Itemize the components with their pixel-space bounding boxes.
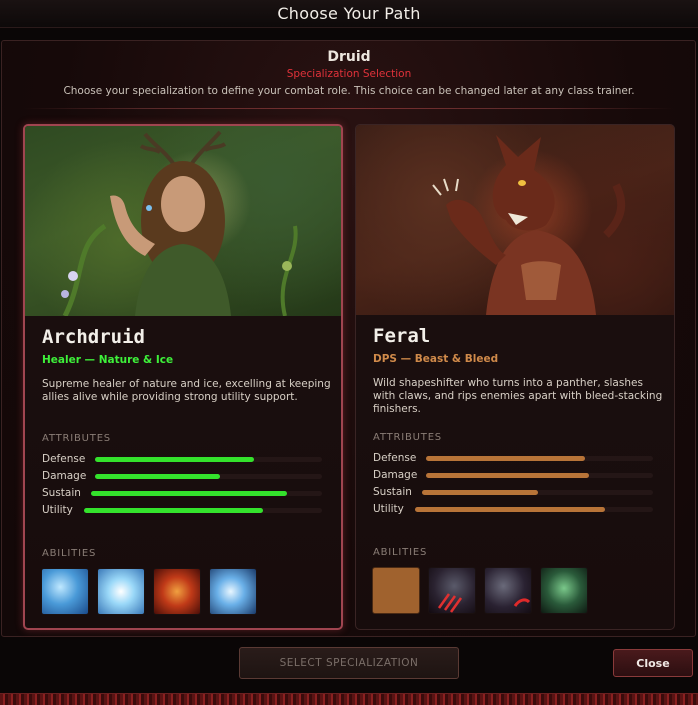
attribute-bar (426, 473, 653, 478)
attribute-fill (426, 456, 585, 461)
title-bar: Choose Your Path (0, 0, 698, 28)
attribute-fill (422, 490, 538, 495)
attribute-label: Sustain (42, 487, 81, 499)
ice-wave-icon[interactable] (41, 568, 89, 615)
attribute-fill (426, 473, 590, 478)
spec-card-archdruid[interactable]: Archdruid Healer — Nature & Ice Supreme … (23, 124, 343, 630)
attribute-bar (95, 457, 322, 462)
attribute-label: Defense (42, 453, 86, 465)
attribute-utility: Utility (42, 504, 322, 518)
attribute-label: Sustain (373, 486, 412, 498)
spec-name: Feral (373, 325, 431, 347)
select-specialization-button[interactable]: SELECT SPECIALIZATION (239, 647, 459, 679)
window-title: Choose Your Path (277, 4, 421, 23)
header-subtitle: Specialization Selection (286, 68, 412, 80)
attributes-heading: ATTRIBUTES (42, 433, 111, 444)
class-name: Druid (327, 49, 371, 65)
close-button[interactable]: Close (613, 649, 693, 677)
header-divider (24, 108, 674, 109)
attribute-bar (422, 490, 653, 495)
attribute-bar (84, 508, 322, 513)
spec-description: Wild shapeshifter who turns into a panth… (373, 377, 663, 415)
attribute-label: Utility (373, 503, 404, 515)
attribute-label: Damage (42, 470, 87, 482)
spec-role: Healer — Nature & Ice (42, 354, 174, 366)
attribute-label: Defense (373, 452, 417, 464)
attribute-defense: Defense (373, 452, 653, 466)
attribute-label: Damage (373, 469, 418, 481)
header-description: Choose your specialization to define you… (63, 85, 635, 97)
feral-portrait (356, 125, 674, 315)
spec-description: Supreme healer of nature and ice, excell… (42, 378, 331, 403)
panther-pounce-icon[interactable] (484, 567, 532, 614)
attribute-sustain: Sustain (42, 487, 322, 501)
ice-shard-icon[interactable] (209, 568, 257, 615)
attribute-defense: Defense (42, 453, 322, 467)
spirit-panther-icon[interactable] (540, 567, 588, 614)
attribute-bar (415, 507, 653, 512)
attribute-bar (95, 474, 322, 479)
spec-card-feral[interactable]: Feral DPS — Beast & Bleed Wild shapeshif… (355, 124, 675, 630)
panther-claw-icon[interactable] (428, 567, 476, 614)
attribute-fill (95, 457, 254, 462)
attribute-fill (84, 508, 263, 513)
attribute-damage: Damage (42, 470, 322, 484)
abilities-heading: ABILITIES (42, 548, 97, 559)
attribute-bar (91, 491, 322, 496)
nature-dragon-icon[interactable] (153, 568, 201, 615)
empty-slot-icon[interactable] (372, 567, 420, 614)
archdruid-portrait (25, 126, 341, 316)
attribute-fill (95, 474, 220, 479)
attribute-fill (415, 507, 606, 512)
attribute-bar (426, 456, 653, 461)
attributes-heading: ATTRIBUTES (373, 432, 442, 443)
attribute-fill (91, 491, 288, 496)
frost-burst-icon[interactable] (97, 568, 145, 615)
abilities-heading: ABILITIES (373, 547, 428, 558)
attribute-utility: Utility (373, 503, 653, 517)
attribute-label: Utility (42, 504, 73, 516)
spec-name: Archdruid (42, 326, 145, 348)
spec-role: DPS — Beast & Bleed (373, 353, 499, 365)
decorative-border (0, 693, 698, 705)
attribute-sustain: Sustain (373, 486, 653, 500)
attribute-damage: Damage (373, 469, 653, 483)
